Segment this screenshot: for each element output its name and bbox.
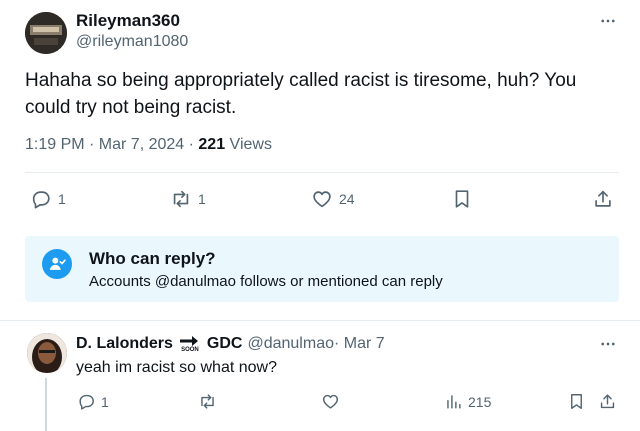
share-icon [600,394,615,409]
share-icon [595,190,611,207]
bookmark-button[interactable] [451,188,473,210]
like-button[interactable]: 24 [311,188,355,210]
views-label: Views [225,136,272,153]
reply-bookmark-button[interactable] [567,392,586,411]
repost-count: 1 [198,191,206,207]
reply-icon [79,394,94,410]
repost-icon [173,190,189,208]
share-button[interactable] [592,188,614,210]
reply-like-button[interactable] [321,392,340,411]
tweet-text: Hahaha so being appropriately called rac… [25,70,577,118]
who-can-reply-box [25,236,619,302]
more-icon[interactable] [598,11,618,31]
repost-button[interactable]: 1 [170,188,206,210]
reply-reply-button[interactable]: 1 [77,392,109,411]
reply-author-name[interactable]: D. Lalonders [76,335,173,353]
person-check-icon [42,249,72,279]
repost-icon [201,394,214,409]
who-can-reply-title: Who can reply? [89,249,216,268]
more-icon[interactable] [598,334,618,354]
reply-avatar[interactable] [27,333,67,373]
reply-text: yeah im racist so what now? [76,359,277,376]
like-icon [313,191,331,208]
avatar[interactable] [25,12,67,54]
soon-label: SOON [181,347,199,353]
soon-badge: SOON [179,335,201,353]
views-count: 221 [198,136,226,153]
author-handle[interactable]: @rileyman1080 [76,33,188,51]
reply-author-suffix: GDC [206,335,243,352]
reply-views-count: 215 [468,393,492,410]
tweet-time[interactable]: 1:19 PM · Mar 7, 2024 · [25,136,198,153]
tweet-meta: 1:19 PM · Mar 7, 2024 · 221 Views [25,136,272,154]
reply-repost-button[interactable] [198,392,217,411]
like-count: 24 [339,191,355,207]
divider [25,172,619,173]
reply-icon [32,191,50,209]
author-name[interactable]: Rileyman360 [76,11,180,31]
bookmark-icon [571,394,582,409]
divider [0,320,640,321]
arrow-icon [179,336,198,346]
reply-share-button[interactable] [598,392,617,411]
reply-views-button[interactable]: 215 [444,392,491,411]
like-icon [322,394,339,409]
reply-header: D. Lalonders SOON GDC @danulmao · Mar 7 [76,335,385,353]
views-icon [447,395,461,409]
who-can-reply-subtitle: Accounts @danulmao follows or mentioned … [89,273,443,290]
thread-line [45,378,47,431]
reply-date[interactable]: · Mar 7 [334,335,385,353]
reply-author-handle[interactable]: @danulmao [247,335,334,353]
reply-reply-count: 1 [101,393,109,410]
reply-button[interactable]: 1 [30,188,66,210]
reply-count: 1 [58,191,66,207]
bookmark-icon [455,190,469,208]
